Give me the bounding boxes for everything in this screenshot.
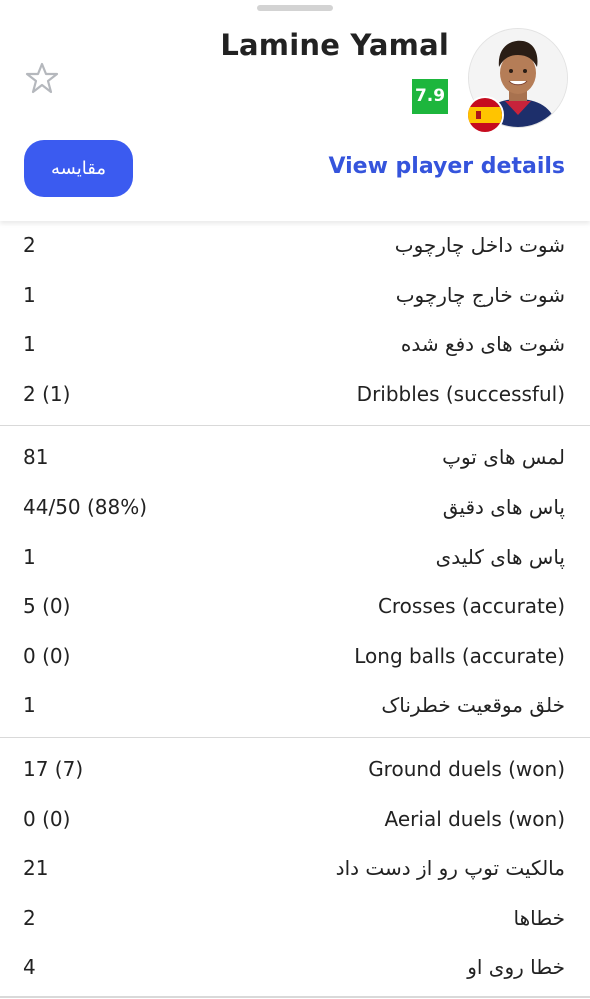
- drag-handle[interactable]: [257, 5, 333, 11]
- stat-label: خطا روی او: [467, 955, 565, 980]
- stat-label: مالکیت توپ رو از دست داد: [335, 856, 565, 881]
- stat-label: خلق موقعیت خطرناک: [381, 693, 565, 718]
- stat-label: Long balls (accurate): [354, 643, 565, 668]
- spain-flag-icon: [466, 96, 504, 134]
- stat-row: 17 (7) Ground duels (won): [0, 745, 590, 795]
- stat-row: 1 پاس های کلیدی: [0, 533, 590, 583]
- stat-label: Ground duels (won): [368, 756, 565, 781]
- player-header: Lamine Yamal 7.9 مقایسه View player deta…: [0, 0, 590, 221]
- stat-value: 1: [23, 693, 36, 718]
- stat-value: 17 (7): [23, 756, 84, 781]
- stat-value: 5 (0): [23, 594, 71, 619]
- stat-label: پاس های کلیدی: [435, 544, 565, 569]
- stat-value: 2: [23, 905, 36, 930]
- stat-label: Aerial duels (won): [384, 806, 565, 831]
- star-icon-svg: [25, 62, 59, 94]
- stat-label: Crosses (accurate): [377, 594, 565, 619]
- stat-label: Dribbles (successful): [356, 381, 565, 406]
- stat-row: 2 شوت داخل چارچوب: [0, 221, 590, 271]
- stat-value: 1: [23, 332, 36, 357]
- stat-value: 0 (0): [23, 643, 71, 668]
- rating-badge: 7.9: [412, 79, 448, 114]
- stats-group: 2 شوت داخل چارچوب 1 شوت خارج چارچوب 1 شو…: [0, 221, 590, 419]
- stat-label: لمس های توپ: [442, 445, 565, 470]
- stat-row: 44/50 (88%) پاس های دقیق: [0, 483, 590, 533]
- stat-value: 2 (1): [23, 381, 71, 406]
- stat-row: 1 شوت های دفع شده: [0, 320, 590, 370]
- stat-value: 1: [23, 282, 36, 307]
- stat-value: 81: [23, 445, 49, 470]
- stats-group: 81 لمس های توپ 44/50 (88%) پاس های دقیق …: [0, 433, 590, 731]
- star-icon[interactable]: [24, 60, 60, 96]
- stat-label: شوت های دفع شده: [400, 332, 565, 357]
- stat-row: 0 (0) Aerial duels (won): [0, 795, 590, 845]
- stat-row: 5 (0) Crosses (accurate): [0, 582, 590, 632]
- player-name: Lamine Yamal: [220, 28, 449, 62]
- spain-flag-svg: [468, 98, 502, 132]
- stat-row: 0 (0) Long balls (accurate): [0, 632, 590, 682]
- bottom-divider: [0, 996, 590, 998]
- stat-row: 2 خطاها: [0, 894, 590, 944]
- stat-value: 1: [23, 544, 36, 569]
- stat-label: پاس های دقیق: [442, 494, 565, 519]
- stat-value: 44/50 (88%): [23, 494, 148, 519]
- stat-row: 1 شوت خارج چارچوب: [0, 271, 590, 321]
- stat-value: 4: [23, 955, 36, 980]
- stats-group: 17 (7) Ground duels (won) 0 (0) Aerial d…: [0, 745, 590, 993]
- stat-label: خطاها: [513, 905, 565, 930]
- section-divider: [0, 425, 590, 427]
- stat-value: 2: [23, 233, 36, 257]
- section-divider: [0, 736, 590, 738]
- stats-list: 2 شوت داخل چارچوب 1 شوت خارج چارچوب 1 شو…: [0, 221, 590, 993]
- stat-label: شوت خارج چارچوب: [395, 282, 565, 307]
- stat-row: 2 (1) Dribbles (successful): [0, 370, 590, 420]
- stat-label: شوت داخل چارچوب: [394, 233, 565, 257]
- stat-value: 0 (0): [23, 806, 71, 831]
- stat-value: 21: [23, 856, 49, 881]
- compare-button[interactable]: مقایسه: [24, 140, 133, 197]
- stat-row: 21 مالکیت توپ رو از دست داد: [0, 844, 590, 894]
- stat-row: 4 خطا روی او: [0, 943, 590, 993]
- stat-row: 1 خلق موقعیت خطرناک: [0, 681, 590, 731]
- stat-row: 81 لمس های توپ: [0, 433, 590, 483]
- view-player-details-link[interactable]: View player details: [328, 154, 565, 179]
